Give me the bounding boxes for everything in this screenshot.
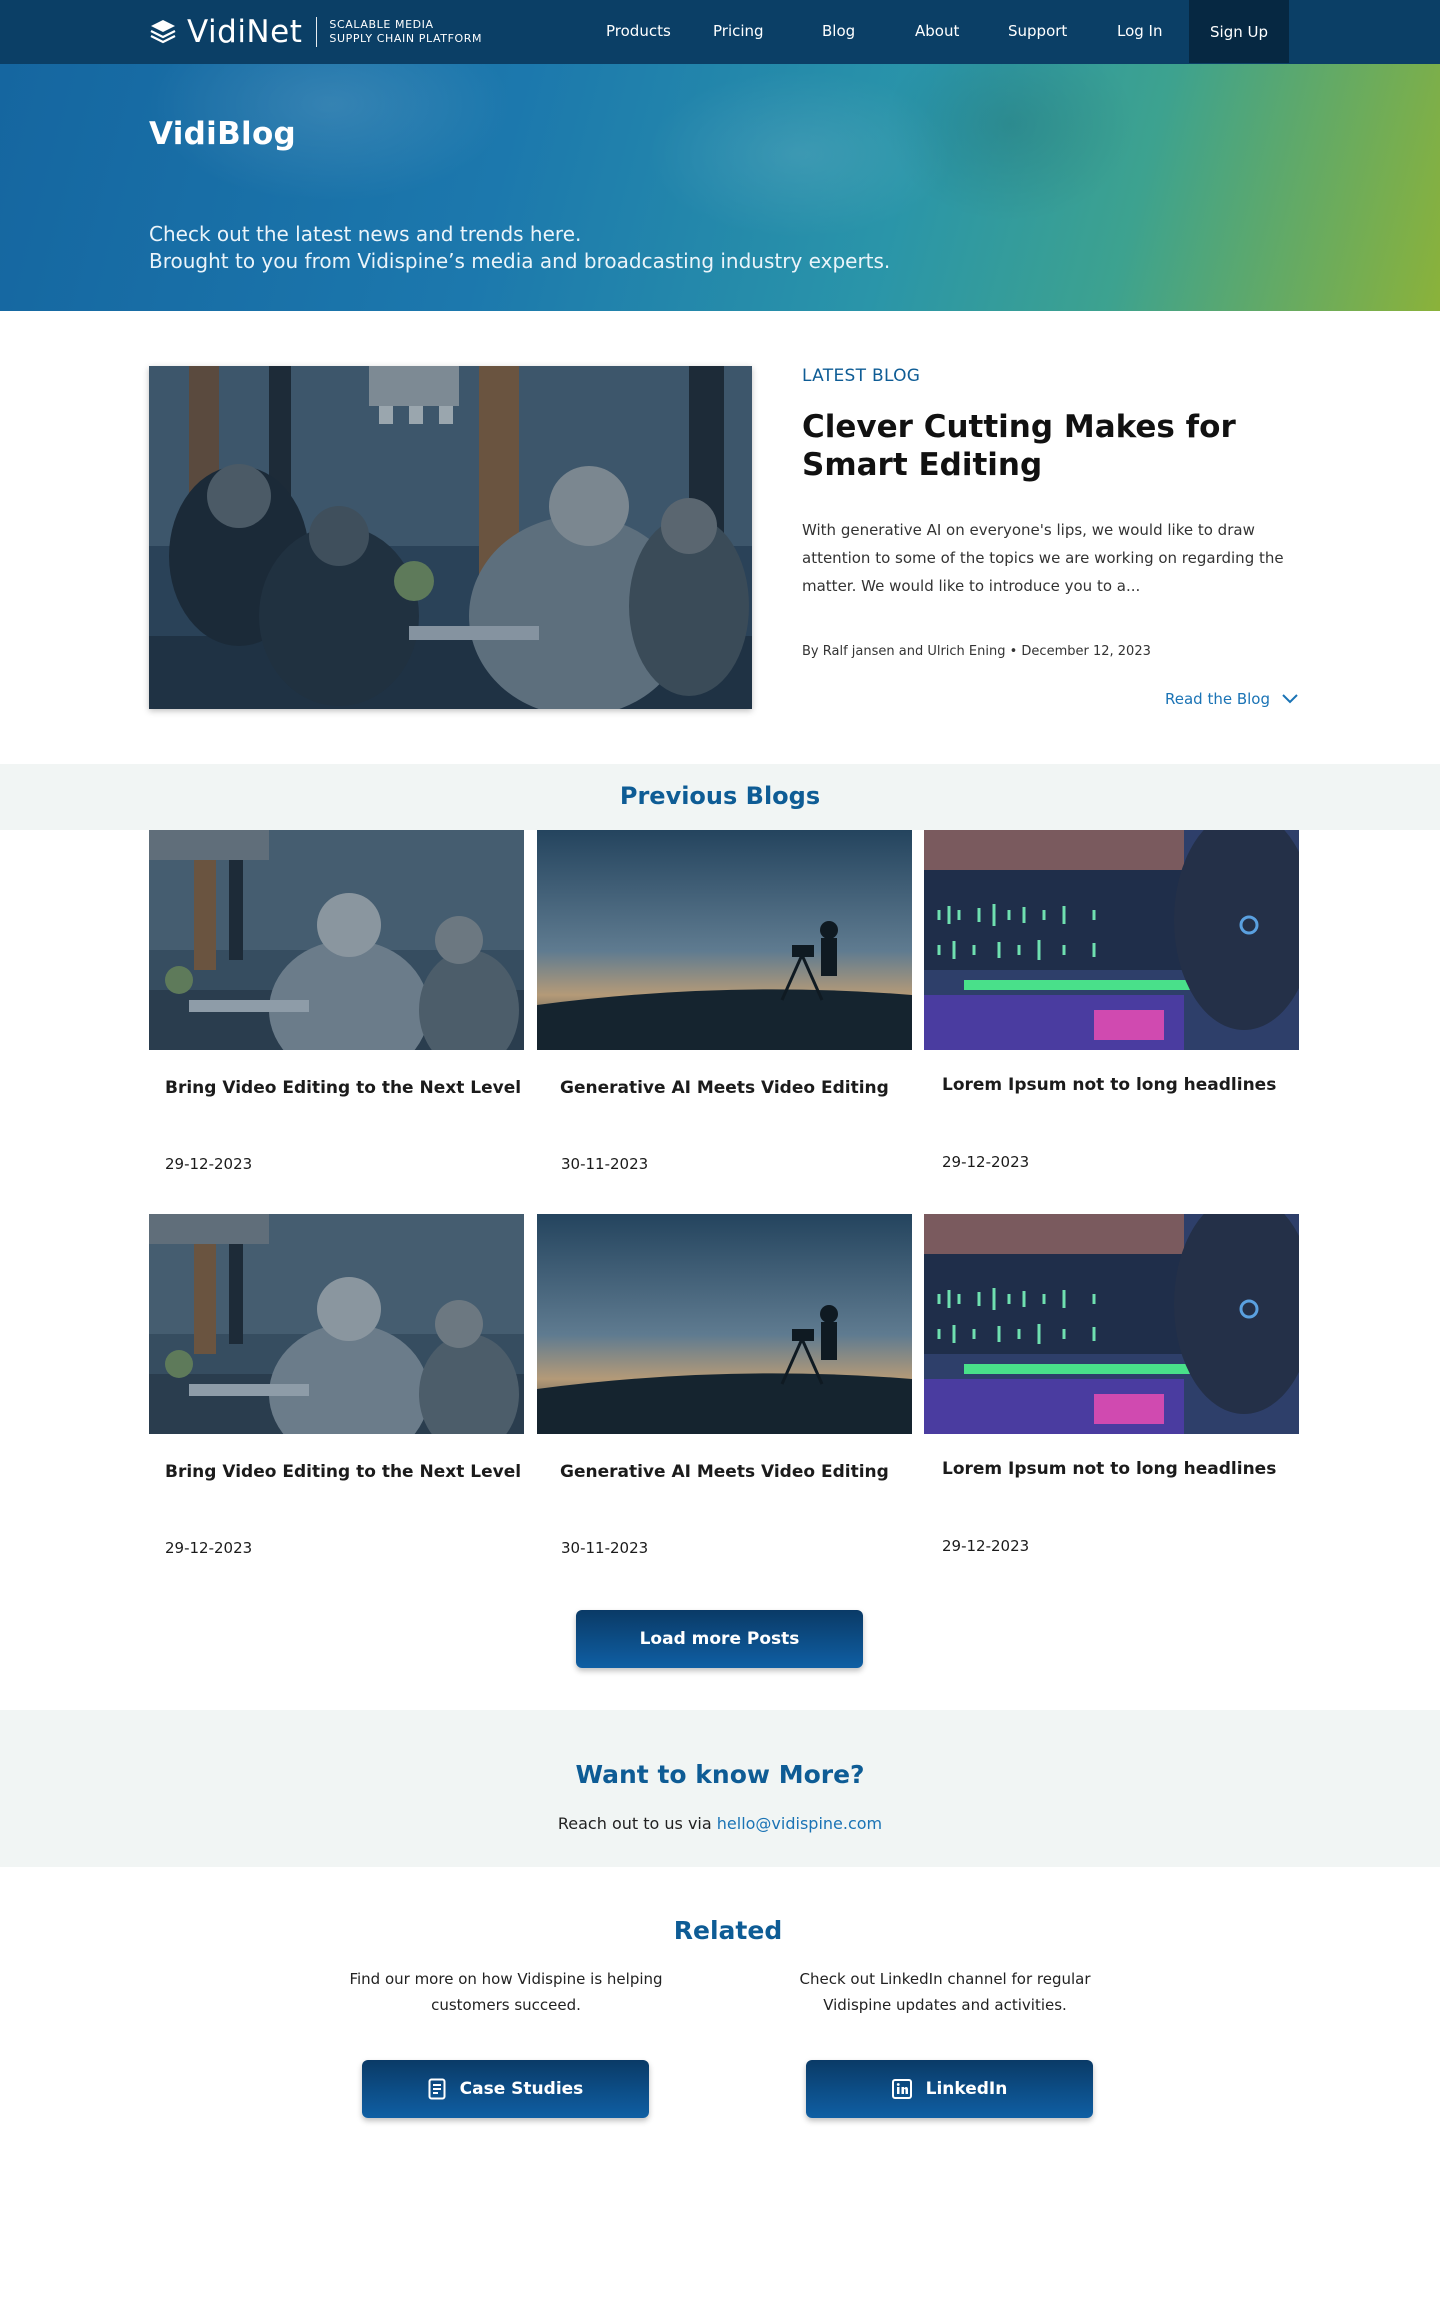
contact-title: Want to know More?: [575, 1760, 865, 1789]
previous-blogs-title: Previous Blogs: [619, 782, 821, 810]
hero-subtitle-line2: Brought to you from Vidispine’s media an…: [149, 249, 891, 273]
nav-link-pricing[interactable]: Pricing: [713, 22, 764, 40]
latest-blog-tag: LATEST BLOG: [802, 366, 921, 386]
nav-link-blog[interactable]: Blog: [822, 22, 855, 40]
page-title: VidiBlog: [149, 116, 297, 152]
blog-card-date: 29-12-2023: [165, 1539, 253, 1557]
case-studies-label: Case Studies: [459, 2079, 584, 2099]
camera-silhouette-photo: [537, 1214, 912, 1434]
case-studies-button[interactable]: Case Studies: [362, 2060, 649, 2118]
latest-blog-excerpt: With generative AI on everyone's lips, w…: [802, 521, 1284, 595]
linkedin-icon: [891, 2079, 912, 2099]
contact-label: Reach out to us via: [557, 1814, 712, 1833]
top-nav: VidiNet SCALABLE MEDIA SUPPLY CHAIN PLAT…: [0, 0, 1440, 64]
blog-card-title[interactable]: Bring Video Editing to the Next Level: [165, 1462, 521, 1482]
nav-link-login[interactable]: Log In: [1117, 22, 1163, 40]
nav-link-products[interactable]: Products: [606, 22, 671, 40]
blog-card-image[interactable]: [537, 830, 912, 1050]
load-more-button[interactable]: Load more Posts: [576, 1610, 863, 1668]
blog-card-title[interactable]: Lorem Ipsum not to long headlines: [942, 1459, 1276, 1479]
latest-blog-byline: By Ralf jansen and Ulrich Ening • Decemb…: [802, 644, 1151, 659]
contact-text: Reach out to us via hello@vidispine.com: [0, 1814, 1440, 1833]
signup-button[interactable]: Sign Up: [1189, 0, 1289, 63]
contact-email-link[interactable]: hello@vidispine.com: [717, 1814, 882, 1833]
read-blog-link[interactable]: Read the Blog: [1165, 690, 1298, 708]
blog-card-title[interactable]: Lorem Ipsum not to long headlines: [942, 1075, 1276, 1095]
blog-card-title[interactable]: Generative AI Meets Video Editing: [560, 1462, 889, 1482]
hero-subtitle-line1: Check out the latest news and trends her…: [149, 222, 582, 246]
hero-subtitle: Check out the latest news and trends her…: [149, 221, 890, 275]
blog-card-date: 29-12-2023: [942, 1153, 1030, 1171]
blog-card-title[interactable]: Generative AI Meets Video Editing: [560, 1078, 889, 1098]
related-linkedin-text: Check out LinkedIn channel for regular V…: [799, 1970, 1091, 2014]
latest-blog-title[interactable]: Clever Cutting Makes for Smart Editing: [802, 408, 1322, 484]
document-icon: [428, 2078, 446, 2100]
chevron-down-icon: [1282, 694, 1298, 704]
linkedin-button[interactable]: LinkedIn: [806, 2060, 1093, 2118]
blog-card-image[interactable]: [537, 1214, 912, 1434]
hero-banner: VidiBlog Check out the latest news and t…: [0, 64, 1440, 311]
blog-card-image[interactable]: [924, 1214, 1299, 1434]
nav-link-about[interactable]: About: [915, 22, 959, 40]
related-title: Related: [673, 1916, 783, 1945]
blog-card-date: 30-11-2023: [561, 1155, 649, 1173]
linkedin-label: LinkedIn: [925, 2079, 1008, 2099]
blog-card-image[interactable]: [149, 830, 524, 1050]
office-team-photo: [149, 830, 524, 1050]
blog-card-date: 29-12-2023: [942, 1537, 1030, 1555]
read-blog-label: Read the Blog: [1165, 690, 1270, 708]
office-team-photo: [149, 1214, 524, 1434]
latest-blog-image[interactable]: [149, 366, 752, 709]
blog-card-image[interactable]: [149, 1214, 524, 1434]
blog-card-image[interactable]: [924, 830, 1299, 1050]
related-case-studies-text: Find our more on how Vidispine is helpin…: [349, 1970, 663, 2014]
blog-card-date: 29-12-2023: [165, 1155, 253, 1173]
audio-editing-photo: [924, 830, 1299, 1050]
blog-card-title[interactable]: Bring Video Editing to the Next Level: [165, 1078, 521, 1098]
camera-silhouette-photo: [537, 830, 912, 1050]
audio-editing-photo: [924, 1214, 1299, 1434]
office-team-photo: [149, 366, 752, 709]
nav-link-support[interactable]: Support: [1008, 22, 1067, 40]
blog-card-date: 30-11-2023: [561, 1539, 649, 1557]
